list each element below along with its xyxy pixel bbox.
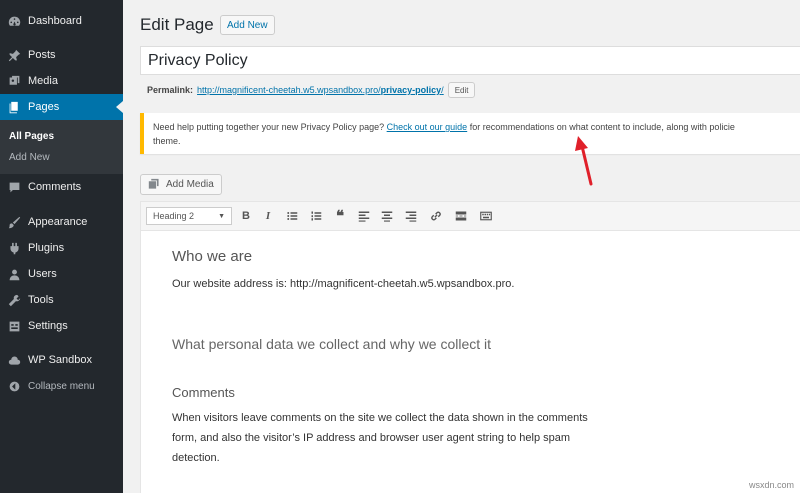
sidebar-item-posts[interactable]: Posts	[0, 42, 123, 68]
align-center-button[interactable]	[379, 208, 395, 224]
sidebar-item-tools[interactable]: Tools	[0, 287, 123, 313]
permalink-link[interactable]: http://magnificent-cheetah.w5.wpsandbox.…	[197, 85, 444, 95]
wrench-icon	[0, 294, 28, 307]
page-title: Edit Page	[140, 15, 214, 34]
settings-icon	[0, 320, 28, 333]
guide-link[interactable]: Check out our guide	[387, 122, 468, 132]
sidebar-item-label: Posts	[28, 49, 56, 61]
sidebar-item-pages[interactable]: Pages	[0, 94, 123, 120]
content-heading-personal-data: What personal data we collect and why we…	[172, 336, 492, 352]
sidebar-item-label: Users	[28, 268, 57, 280]
notice-text-before: Need help putting together your new Priv…	[153, 122, 387, 132]
chevron-down-icon: ▼	[218, 212, 225, 220]
align-right-icon	[405, 211, 417, 222]
privacy-policy-notice: Need help putting together your new Priv…	[140, 113, 800, 154]
comments-icon	[0, 181, 28, 194]
add-media-button[interactable]: Add Media	[140, 174, 222, 195]
pages-icon	[0, 101, 28, 114]
brush-icon	[0, 216, 28, 229]
dashboard-icon	[0, 15, 28, 28]
bulleted-list-icon	[287, 212, 298, 220]
media-icon	[148, 178, 159, 189]
permalink-slug: privacy-policy	[380, 85, 442, 95]
edit-permalink-button[interactable]: Edit	[447, 82, 476, 98]
permalink-label: Permalink:	[147, 85, 194, 95]
content-heading-who-we-are: Who we are	[172, 248, 253, 265]
numbered-list-button[interactable]	[308, 208, 324, 224]
add-new-button[interactable]: Add New	[220, 15, 275, 35]
sidebar-item-media[interactable]: Media	[0, 68, 123, 94]
sidebar-item-plugins[interactable]: Plugins	[0, 235, 123, 261]
sidebar-item-comments[interactable]: Comments	[0, 174, 123, 200]
sidebar-item-wp-sandbox[interactable]: WP Sandbox	[0, 347, 123, 373]
submenu-add-new[interactable]: Add New	[9, 152, 50, 163]
keyboard-icon	[480, 211, 492, 221]
read-more-icon	[455, 211, 467, 221]
align-right-button[interactable]	[403, 208, 419, 224]
pages-submenu: All Pages Add New	[0, 120, 123, 174]
permalink-row: Permalink: http://magnificent-cheetah.w5…	[147, 82, 476, 98]
bold-button[interactable]: B	[238, 208, 254, 224]
read-more-button[interactable]	[453, 208, 469, 224]
quote-icon: ❝	[335, 208, 345, 225]
sidebar-item-label: Tools	[28, 294, 54, 306]
bulleted-list-button[interactable]	[284, 208, 300, 224]
sidebar-item-label: Comments	[28, 181, 82, 193]
users-icon	[0, 268, 28, 281]
editor-content[interactable]: Who we are Our website address is: http:…	[172, 242, 622, 468]
notice-text-line2: theme.	[153, 136, 181, 146]
main-content: Edit Page Add New Privacy Policy Permali…	[123, 0, 800, 493]
sidebar-item-label: Plugins	[28, 242, 65, 254]
toolbar-toggle-button[interactable]	[478, 208, 494, 224]
cloud-icon	[0, 354, 28, 367]
sidebar-item-label: Settings	[28, 320, 68, 332]
sidebar-collapse-menu[interactable]: Collapse menu	[0, 373, 123, 399]
numbered-list-icon	[311, 211, 322, 221]
plugin-icon	[0, 242, 28, 255]
content-paragraph-address: Our website address is: http://magnifice…	[172, 278, 515, 290]
sidebar-item-label: Appearance	[28, 216, 88, 228]
align-left-button[interactable]	[356, 208, 372, 224]
collapse-icon	[0, 380, 28, 393]
sidebar-item-dashboard[interactable]: Dashboard	[0, 8, 123, 34]
permalink-trailing: /	[441, 85, 444, 95]
post-title-input[interactable]: Privacy Policy	[140, 46, 800, 75]
sidebar-item-label: Pages	[28, 101, 60, 113]
admin-sidebar: Dashboard Posts Media Pages All Pages Ad…	[0, 0, 123, 493]
italic-button[interactable]: I	[260, 208, 276, 224]
red-arrow-annotation	[575, 136, 593, 186]
watermark-text: wsxdn.com	[748, 480, 794, 490]
sidebar-item-settings[interactable]: Settings	[0, 313, 123, 339]
insert-link-button[interactable]	[428, 208, 444, 224]
sidebar-item-label: Dashboard	[28, 15, 82, 27]
format-select[interactable]: Heading 2 ▼	[146, 207, 232, 225]
italic-icon: I	[265, 210, 271, 222]
sidebar-item-label: Collapse menu	[28, 380, 95, 392]
align-left-icon	[358, 211, 370, 222]
sidebar-item-users[interactable]: Users	[0, 261, 123, 287]
link-icon	[431, 211, 441, 221]
blockquote-button[interactable]: ❝	[332, 208, 348, 225]
content-heading-comments: Comments	[172, 385, 235, 400]
notice-text-after: for recommendations on what content to i…	[467, 122, 735, 132]
editor-toolbar: Heading 2 ▼ B I ❝	[141, 202, 800, 231]
media-icon	[0, 75, 28, 88]
sidebar-item-label: Media	[28, 75, 58, 87]
sidebar-item-label: WP Sandbox	[28, 354, 93, 366]
format-select-value: Heading 2	[153, 211, 195, 221]
pushpin-icon	[0, 49, 28, 62]
permalink-base: http://magnificent-cheetah.w5.wpsandbox.…	[197, 85, 381, 95]
add-media-label: Add Media	[166, 179, 214, 190]
content-paragraph-comments: When visitors leave comments on the site…	[172, 412, 588, 464]
align-center-icon	[381, 211, 393, 222]
content-editor: Heading 2 ▼ B I ❝ Who we are Our website…	[140, 201, 800, 493]
bold-icon: B	[242, 210, 250, 222]
sidebar-item-appearance[interactable]: Appearance	[0, 209, 123, 235]
submenu-all-pages[interactable]: All Pages	[9, 131, 54, 142]
